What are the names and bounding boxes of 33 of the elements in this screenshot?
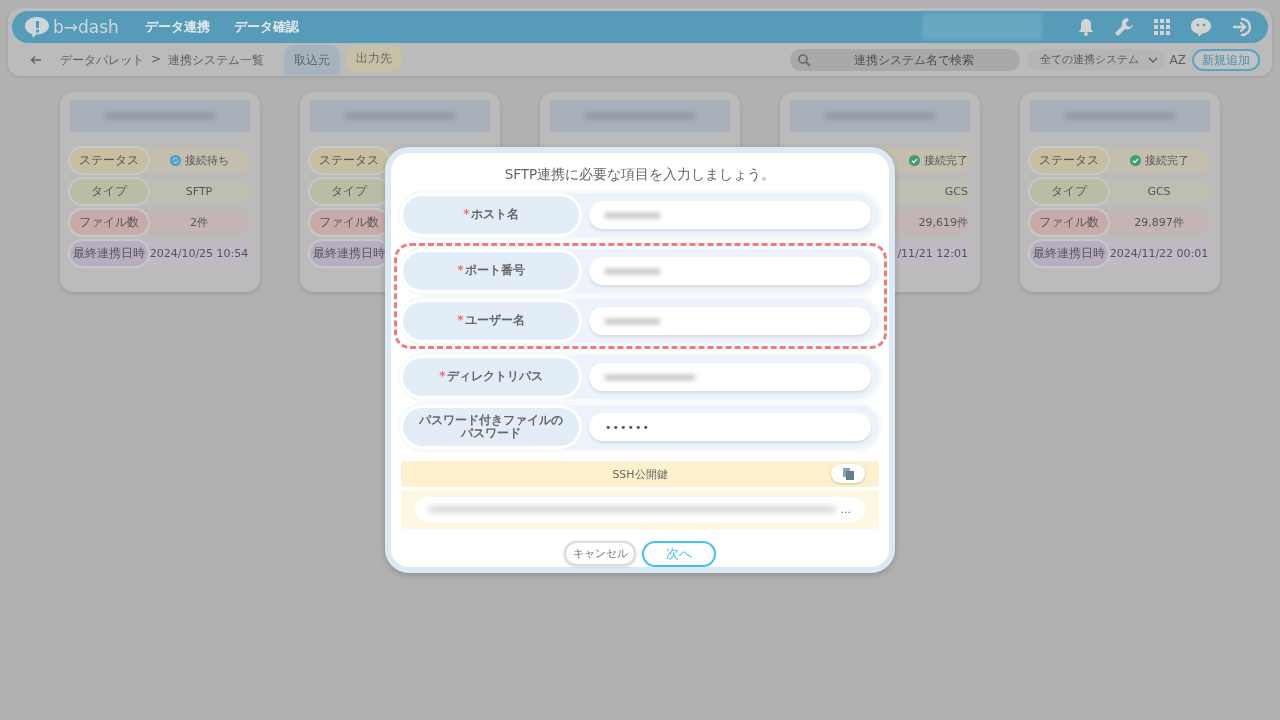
info-label: ステータス (70, 148, 148, 173)
info-label: タイプ (70, 179, 148, 204)
info-label: ステータス (310, 148, 388, 173)
info-label: ファイル数 (1030, 210, 1108, 235)
ssh-key-title: SSH公開鍵 (612, 466, 668, 482)
info-value: 29,619件 (918, 215, 968, 230)
info-label: タイプ (1030, 179, 1108, 204)
info-label: ステータス (1030, 148, 1108, 173)
field-label: *ユーザー名 (403, 302, 579, 340)
info-value: 29,897件 (1134, 215, 1184, 230)
breadcrumb-separator: > (151, 51, 162, 68)
info-value: 接続完了 (1144, 153, 1189, 168)
field-label: パスワード付きファイルのパスワード (403, 408, 579, 446)
info-value: 2件 (190, 215, 208, 230)
info-label: 最終連携日時 (310, 241, 388, 266)
info-value: SFTP (185, 185, 213, 198)
dialog-title: SFTP連携に必要な項目を入力しましょう。 (503, 166, 777, 184)
field-label: *ディレクトリパス (403, 358, 579, 396)
info-value: GCS (944, 185, 968, 198)
info-value: 2024/11/22 00:01 (1109, 247, 1209, 260)
info-label: ファイル数 (310, 210, 388, 235)
info-value: 接続完了 (924, 153, 968, 168)
info-value: 接続待ち (184, 153, 229, 168)
info-label: タイプ (310, 179, 388, 204)
info-value: /11/21 12:01 (897, 247, 968, 260)
field-label: *ポート番号 (403, 252, 579, 290)
info-label: ファイル数 (70, 210, 148, 235)
field-label: *ホスト名 (403, 196, 579, 234)
info-value: GCS (1147, 185, 1171, 198)
info-value: 2024/10/25 10:54 (149, 247, 249, 260)
logo-text: b→dash (53, 17, 119, 37)
info-label: 最終連携日時 (1030, 241, 1108, 266)
info-label: 最終連携日時 (70, 241, 148, 266)
